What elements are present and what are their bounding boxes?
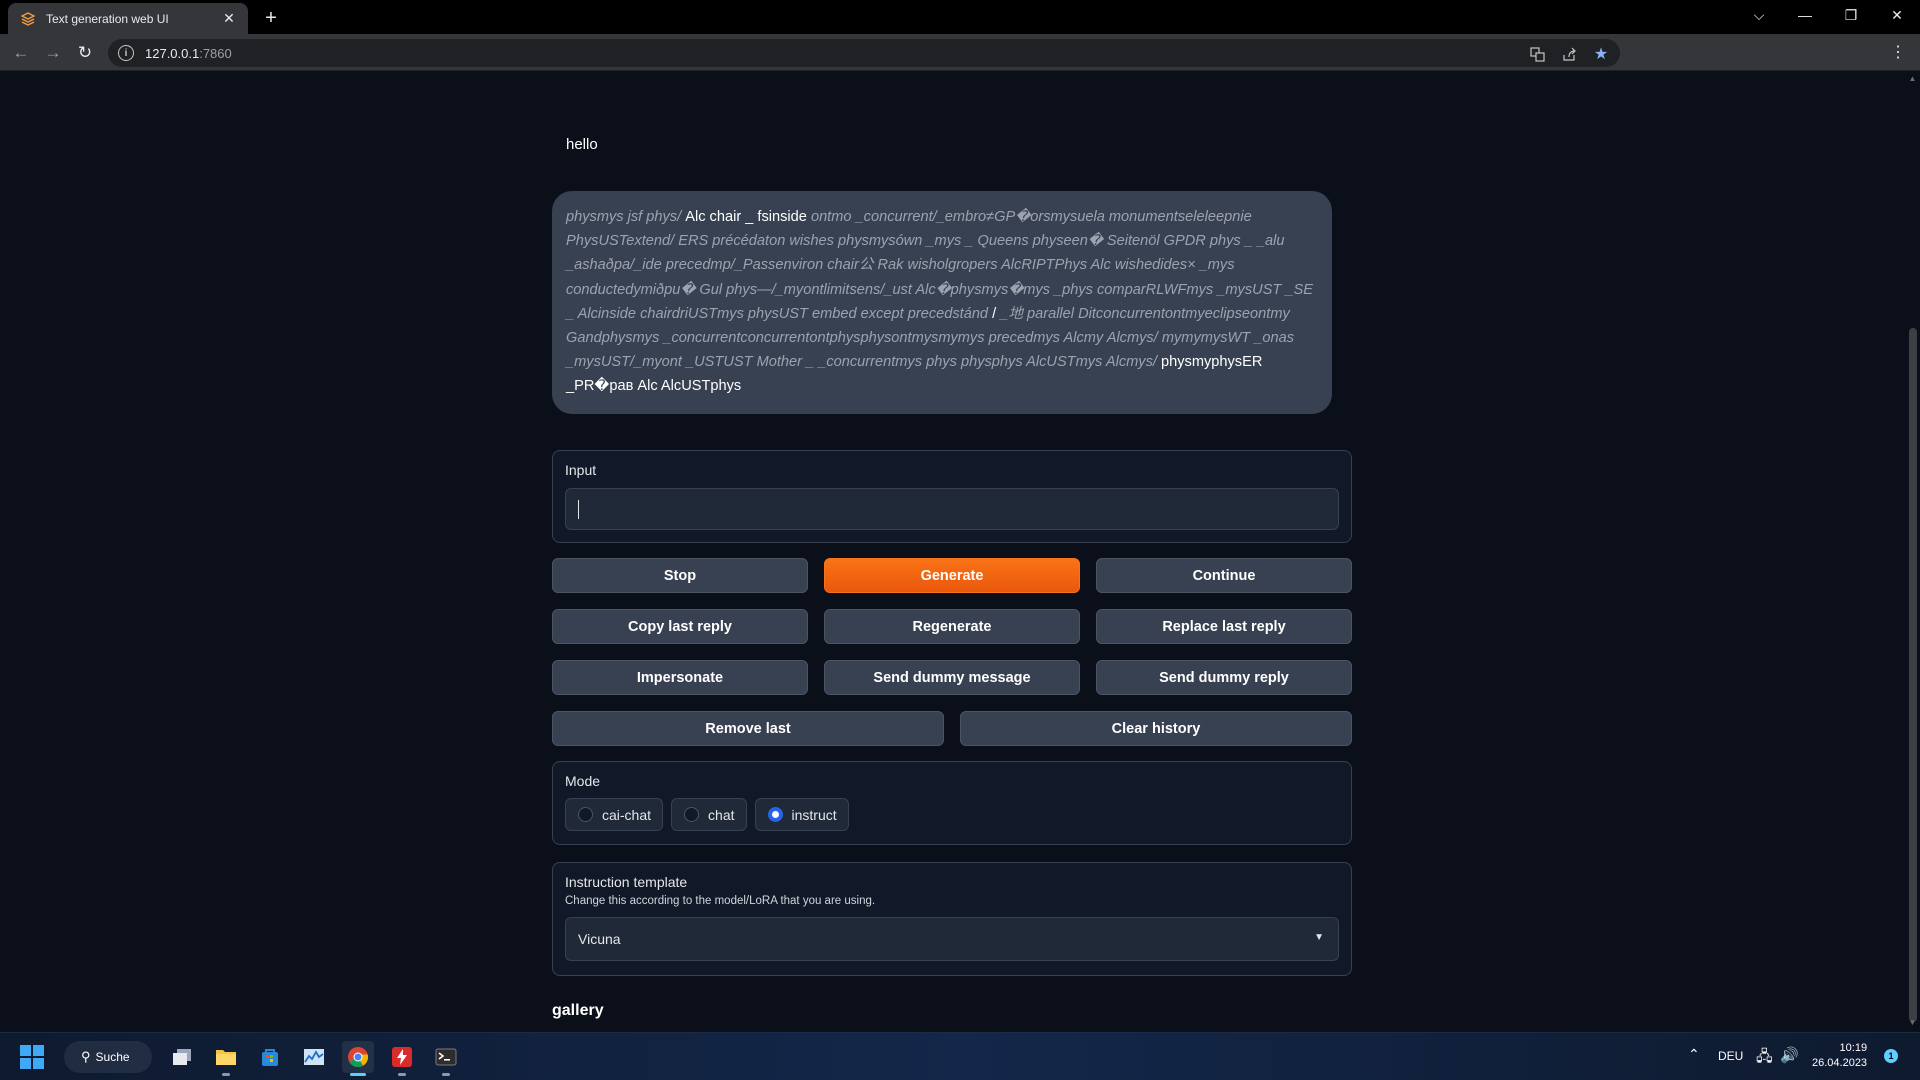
tray-overflow-chevron-icon[interactable]: ⌃ bbox=[1688, 1046, 1700, 1063]
stop-button[interactable]: Stop bbox=[552, 558, 808, 593]
browser-tab-bar: Text generation web UI ✕ + ⌵ — ❐ ✕ bbox=[0, 0, 1920, 34]
send-dummy-message-button[interactable]: Send dummy message bbox=[824, 660, 1080, 695]
windows-taskbar: ⚲ Suche ⌃ DEU 🖧 🔊 bbox=[0, 1032, 1920, 1080]
clear-history-button[interactable]: Clear history bbox=[960, 711, 1352, 746]
url-port: :7860 bbox=[199, 45, 232, 61]
generate-button[interactable]: Generate bbox=[824, 558, 1080, 593]
mode-radio-group: cai-chat chat instruct bbox=[565, 798, 1339, 831]
back-icon[interactable]: ← bbox=[8, 40, 34, 66]
close-tab-icon[interactable]: ✕ bbox=[220, 10, 238, 28]
network-icon[interactable]: 🖧 bbox=[1756, 1046, 1773, 1071]
start-menu-icon[interactable] bbox=[16, 1041, 48, 1073]
regenerate-button[interactable]: Regenerate bbox=[824, 609, 1080, 644]
radio-unchecked-icon[interactable] bbox=[578, 807, 593, 822]
terminal-icon[interactable] bbox=[430, 1041, 462, 1076]
instruction-template-info: Change this according to the model/LoRA … bbox=[565, 895, 876, 907]
bot-message-segment: / bbox=[992, 305, 1001, 322]
scroll-down-icon[interactable]: ▼ bbox=[1907, 1018, 1918, 1029]
copy-last-reply-button[interactable]: Copy last reply bbox=[552, 609, 808, 644]
input-label: Input bbox=[565, 462, 597, 478]
instruction-template-panel: Instruction template Change this accordi… bbox=[552, 862, 1352, 976]
radio-checked-icon[interactable] bbox=[767, 807, 783, 822]
chevron-down-icon[interactable]: ▼ bbox=[1314, 932, 1324, 943]
minimize-icon[interactable]: — bbox=[1782, 0, 1828, 30]
chat-input-field[interactable] bbox=[565, 488, 1339, 530]
instruction-template-value: Vicuna bbox=[578, 931, 621, 947]
mode-panel: Mode cai-chat chat instruct bbox=[552, 761, 1352, 845]
mode-option-label: instruct bbox=[791, 806, 837, 823]
remove-last-button[interactable]: Remove last bbox=[552, 711, 944, 746]
radio-unchecked-icon[interactable] bbox=[684, 807, 700, 822]
replace-last-reply-button[interactable]: Replace last reply bbox=[1096, 609, 1352, 644]
app-bolt-icon[interactable] bbox=[386, 1041, 418, 1076]
scrollbar-thumb[interactable] bbox=[1909, 328, 1917, 1022]
tab-title: Text generation web UI bbox=[46, 11, 169, 26]
impersonate-button[interactable]: Impersonate bbox=[552, 660, 808, 695]
send-dummy-reply-button[interactable]: Send dummy reply bbox=[1096, 660, 1352, 695]
app-favicon-icon bbox=[20, 11, 36, 27]
taskbar-clock[interactable]: 10:19 26.04.2023 bbox=[1812, 1041, 1867, 1071]
browser-tab[interactable]: Text generation web UI ✕ bbox=[8, 3, 248, 34]
browser-toolbar: ← → ↻ i 127.0.0.1:7860 ★ ⋮ bbox=[0, 34, 1920, 71]
close-window-icon[interactable]: ✕ bbox=[1874, 0, 1920, 30]
bot-message-segment: Alc chair _ fsinside bbox=[685, 209, 811, 225]
tab-search-icon[interactable]: ⌵ bbox=[1736, 0, 1782, 30]
address-bar[interactable]: i 127.0.0.1:7860 ★ bbox=[108, 39, 1620, 67]
restore-icon[interactable]: ❐ bbox=[1828, 0, 1874, 30]
volume-icon[interactable]: 🔊 bbox=[1780, 1046, 1799, 1064]
url-host: 127.0.0.1 bbox=[145, 45, 200, 61]
bookmark-star-icon[interactable]: ★ bbox=[1592, 45, 1610, 63]
new-tab-icon[interactable]: + bbox=[259, 6, 283, 30]
page-viewport: hello physmys jsf phys/ Alc chair _ fsin… bbox=[0, 72, 1905, 1032]
site-info-icon[interactable]: i bbox=[118, 45, 134, 61]
mode-option-instruct[interactable]: instruct bbox=[754, 798, 849, 831]
instruction-template-select[interactable]: Vicuna ▼ bbox=[565, 917, 1339, 961]
task-view-icon[interactable] bbox=[166, 1041, 198, 1073]
mode-option-chat[interactable]: chat bbox=[671, 798, 747, 831]
bot-message: physmys jsf phys/ Alc chair _ fsinside o… bbox=[552, 191, 1332, 414]
search-icon: ⚲ bbox=[81, 1049, 91, 1064]
reload-icon[interactable]: ↻ bbox=[72, 40, 98, 66]
taskbar-search[interactable]: ⚲ Suche bbox=[64, 1041, 152, 1073]
instruction-template-label: Instruction template bbox=[565, 874, 688, 890]
notification-badge[interactable]: 1 bbox=[1884, 1049, 1898, 1063]
mode-label: Mode bbox=[565, 773, 601, 789]
bot-message-segment: physmys jsf phys/ bbox=[566, 209, 686, 225]
file-explorer-icon[interactable] bbox=[210, 1041, 242, 1076]
scroll-up-icon[interactable]: ▲ bbox=[1907, 74, 1918, 85]
clock-date: 26.04.2023 bbox=[1812, 1057, 1868, 1069]
clock-time: 10:19 bbox=[1839, 1042, 1868, 1054]
chrome-icon[interactable] bbox=[342, 1041, 374, 1076]
page-scrollbar[interactable]: ▲ ▼ bbox=[1905, 72, 1920, 1032]
mode-option-label: cai-chat bbox=[602, 806, 652, 823]
continue-button[interactable]: Continue bbox=[1096, 558, 1352, 593]
share-icon[interactable] bbox=[1560, 45, 1578, 63]
translate-icon[interactable] bbox=[1528, 45, 1546, 63]
mode-option-label: chat bbox=[708, 806, 735, 823]
browser-menu-icon[interactable]: ⋮ bbox=[1888, 42, 1908, 62]
task-manager-icon[interactable] bbox=[298, 1041, 330, 1073]
gallery-heading: gallery bbox=[552, 1002, 604, 1019]
input-panel: Input bbox=[552, 450, 1352, 543]
store-icon[interactable] bbox=[254, 1041, 286, 1073]
text-caret bbox=[578, 500, 579, 519]
user-message: hello bbox=[566, 136, 598, 153]
url-text: 127.0.0.1:7860 bbox=[145, 46, 232, 61]
language-indicator[interactable]: DEU bbox=[1718, 1049, 1743, 1063]
taskbar-search-label: Suche bbox=[95, 1050, 130, 1064]
forward-icon[interactable]: → bbox=[40, 40, 66, 66]
mode-option-cai-chat[interactable]: cai-chat bbox=[565, 798, 664, 831]
